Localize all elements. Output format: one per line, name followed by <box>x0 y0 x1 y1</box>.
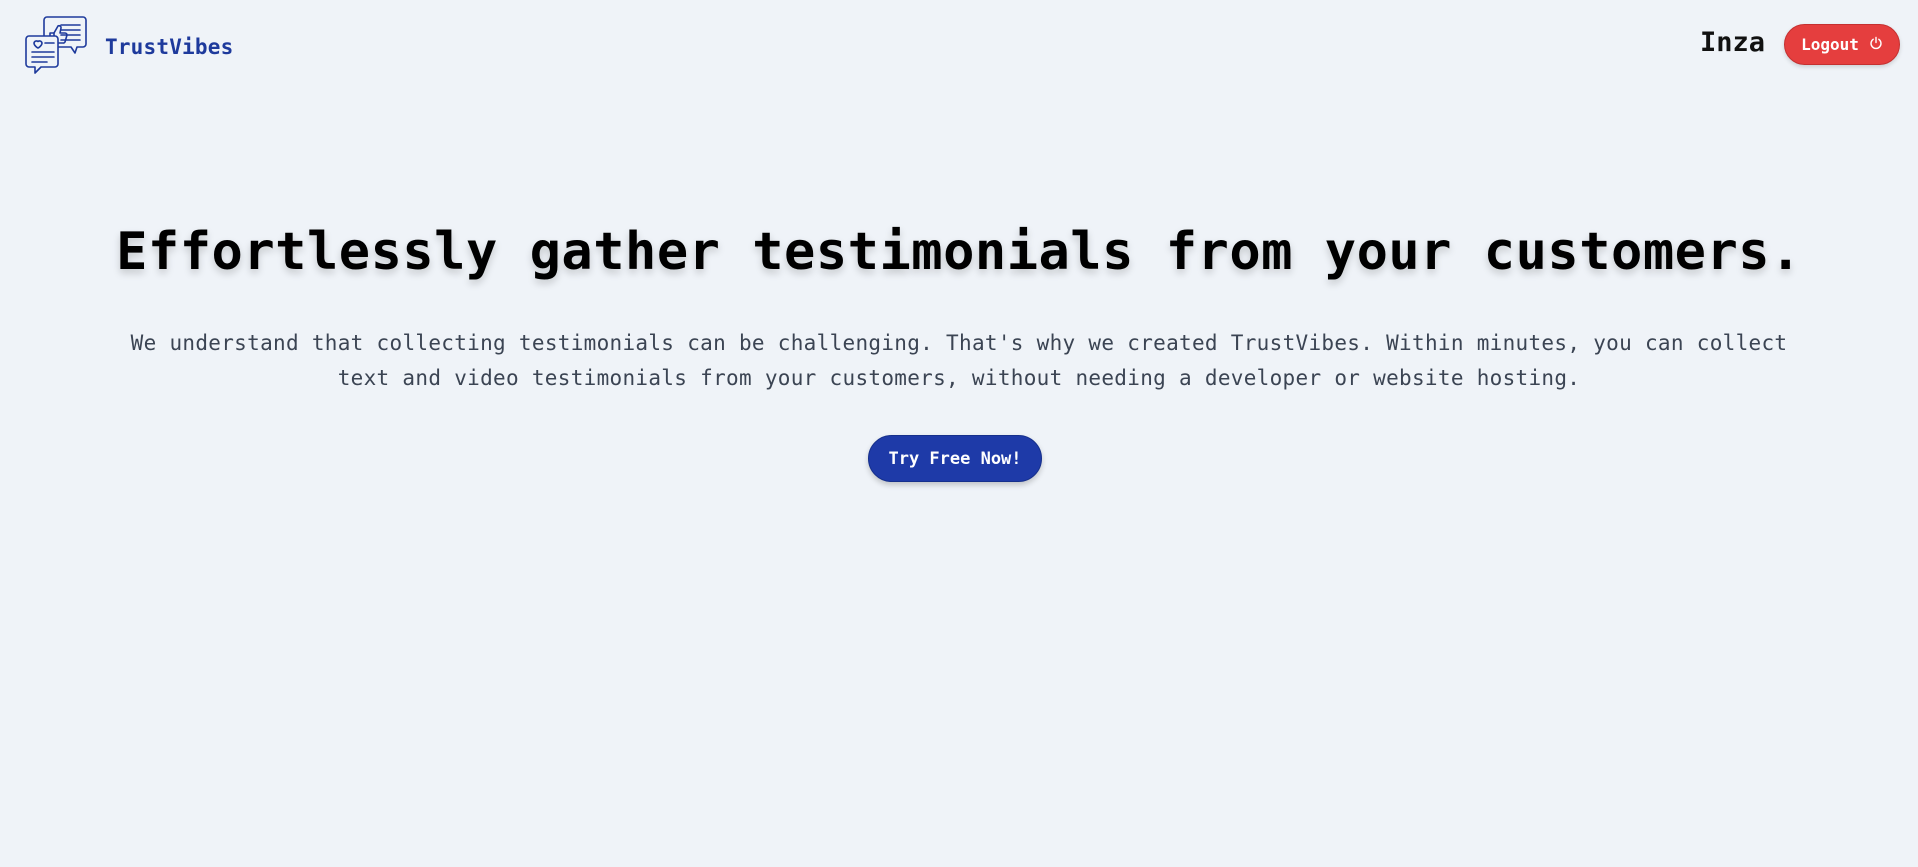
hero-description: We understand that collecting testimonia… <box>130 331 1788 390</box>
power-icon <box>1869 35 1883 54</box>
testimonial-chat-icon <box>25 14 87 80</box>
logout-label: Logout <box>1801 35 1859 54</box>
try-free-button[interactable]: Try Free Now! <box>868 435 1042 482</box>
hero-title: Effortlessly gather testimonials from yo… <box>116 222 1802 282</box>
logout-button[interactable]: Logout <box>1784 24 1900 65</box>
top-nav: TrustVibes Inza Logout <box>0 0 1918 90</box>
brand-name: TrustVibes <box>105 35 234 59</box>
brand-logo-link[interactable]: TrustVibes <box>25 14 233 80</box>
user-name: Inza <box>1699 27 1765 58</box>
